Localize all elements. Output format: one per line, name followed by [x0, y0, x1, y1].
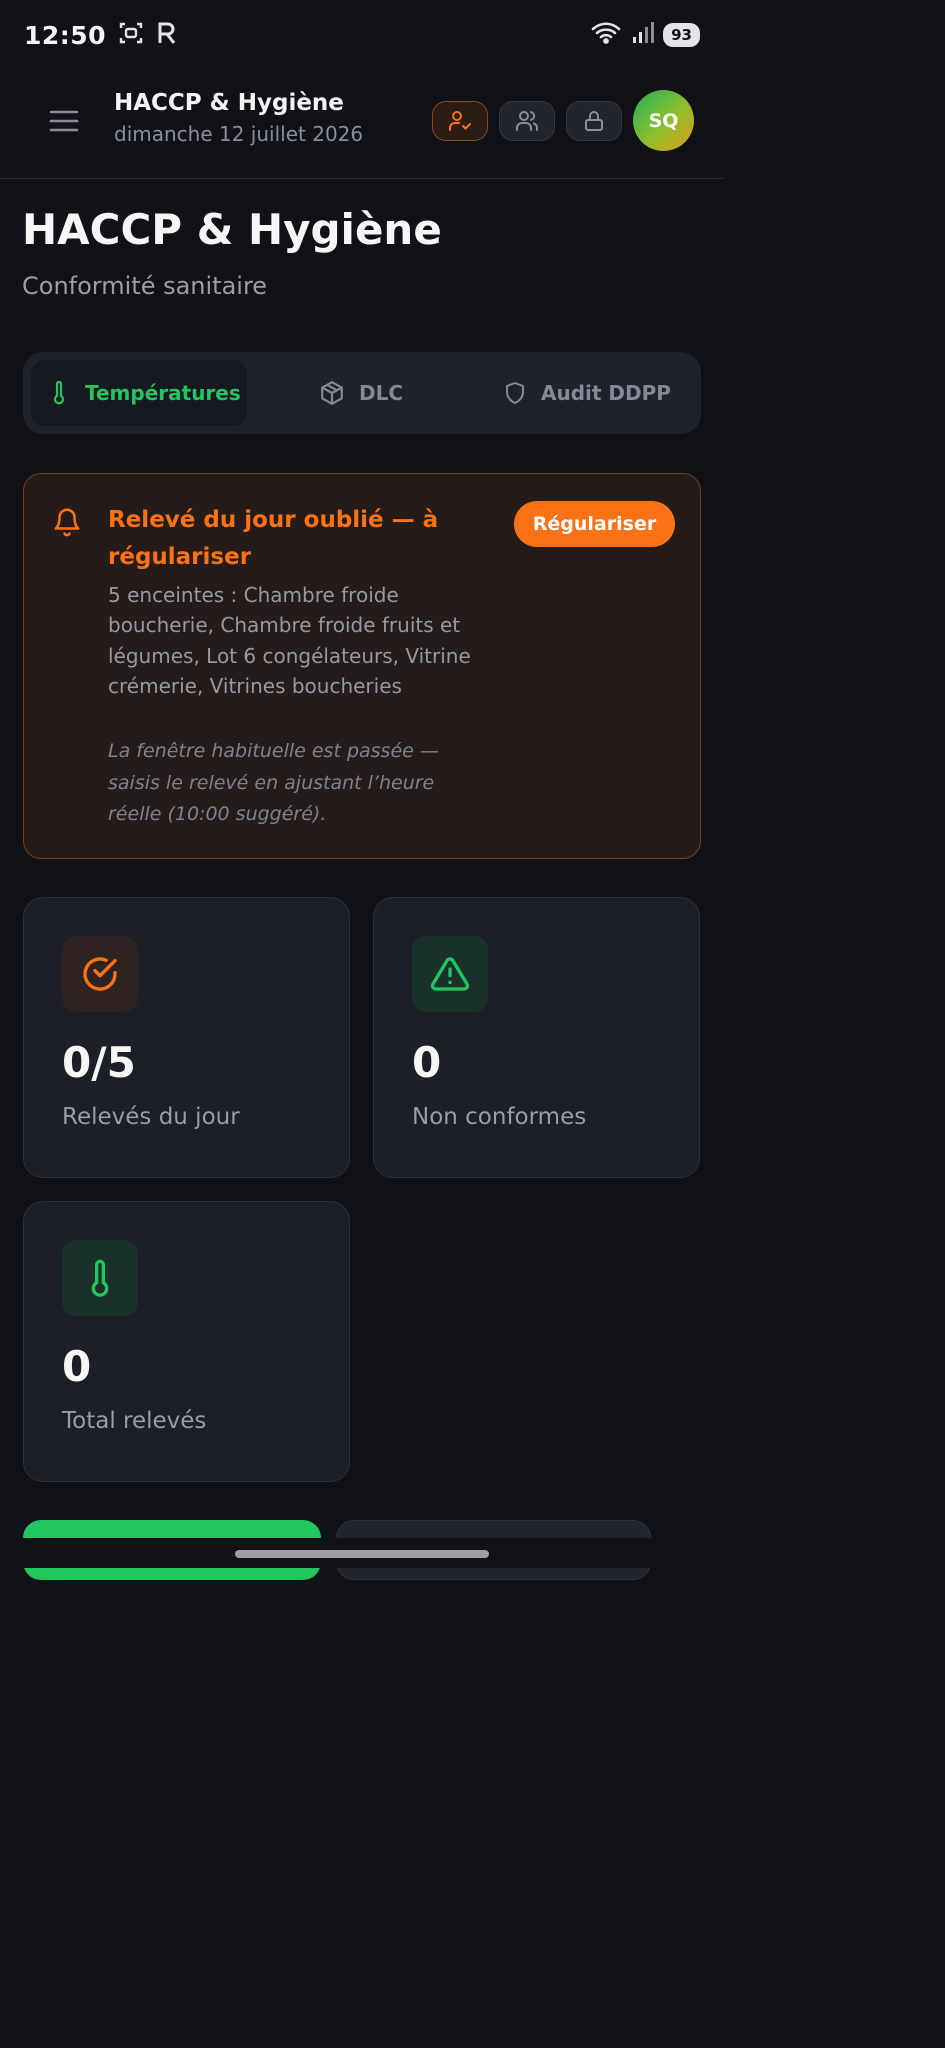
tab-audit-ddpp[interactable]: Audit DDPP	[503, 360, 693, 426]
alert-body: 5 enceintes : Chambre froide boucherie, …	[108, 583, 471, 699]
tab-label: Audit DDPP	[541, 381, 671, 405]
signal-icon	[631, 21, 655, 49]
thermometer-icon	[91, 1259, 109, 1297]
status-right: 93	[591, 20, 700, 50]
stat-card-total-releves: 0 Total relevés	[23, 1201, 350, 1482]
thermometer-icon	[53, 380, 65, 405]
battery-indicator: 93	[663, 23, 700, 47]
status-bar: 12:50 93	[0, 0, 724, 70]
screenshot-icon	[118, 20, 144, 50]
stat-icon-box	[62, 936, 138, 1012]
stat-label: Non conformes	[412, 1104, 587, 1130]
stat-card-non-conformes: 0 Non conformes	[373, 897, 700, 1178]
header-titles: HACCP & Hygiène dimanche 12 juillet 2026	[114, 90, 363, 146]
tab-temperatures[interactable]: Températures	[31, 360, 247, 426]
stat-label: Total relevés	[62, 1408, 207, 1434]
lock-button[interactable]	[566, 101, 622, 141]
header-title: HACCP & Hygiène	[114, 90, 344, 116]
alert-note: La fenêtre habituelle est passée — saisi…	[108, 740, 439, 825]
status-left: 12:50	[24, 20, 178, 50]
status-time: 12:50	[24, 20, 107, 50]
tab-bar: Températures DLC Audit DDPP	[23, 352, 701, 434]
avatar[interactable]: SQ	[633, 90, 694, 151]
users-button[interactable]	[499, 101, 555, 141]
stat-icon-box	[62, 1240, 138, 1316]
users-icon	[516, 111, 539, 131]
tab-dlc[interactable]: DLC	[319, 360, 439, 426]
warning-triangle-icon	[430, 957, 470, 991]
tab-label: DLC	[359, 381, 404, 405]
tab-label: Températures	[85, 381, 241, 405]
r-app-icon	[156, 21, 178, 49]
hamburger-icon	[49, 110, 79, 132]
stat-icon-box	[412, 936, 488, 1012]
check-circle-icon	[83, 957, 117, 991]
stat-value: 0	[412, 1038, 442, 1087]
menu-button[interactable]	[46, 103, 82, 139]
wifi-icon	[591, 20, 623, 50]
gesture-handle[interactable]	[235, 1550, 489, 1558]
lock-icon	[585, 111, 603, 131]
missed-reading-alert: Relevé du jour oublié — à régulariser 5 …	[23, 473, 701, 859]
package-icon	[321, 381, 343, 405]
page-subtitle: Conformité sanitaire	[22, 272, 268, 300]
app-header: HACCP & Hygiène dimanche 12 juillet 2026…	[0, 70, 724, 179]
stat-card-releves-du-jour: 0/5 Relevés du jour	[23, 897, 350, 1178]
regulariser-button[interactable]: Régulariser	[514, 501, 675, 547]
stat-value: 0	[62, 1342, 92, 1391]
page-title: HACCP & Hygiène	[22, 205, 442, 254]
stat-value: 0/5	[62, 1038, 136, 1087]
header-date: dimanche 12 juillet 2026	[114, 122, 364, 146]
alert-title: Relevé du jour oublié — à régulariser	[108, 507, 439, 570]
bell-icon	[52, 504, 82, 542]
user-check-button[interactable]	[432, 101, 488, 141]
stat-label: Relevés du jour	[62, 1104, 240, 1130]
user-check-icon	[449, 111, 471, 131]
shield-icon	[506, 382, 524, 404]
